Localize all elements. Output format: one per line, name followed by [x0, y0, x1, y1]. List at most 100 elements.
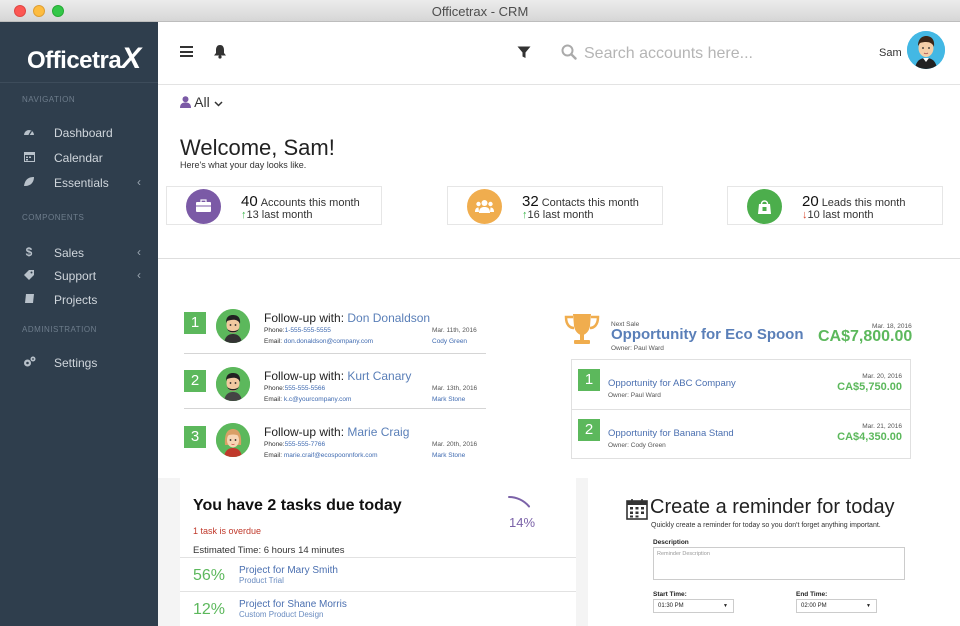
stat-label: Contacts this month: [541, 197, 639, 209]
followup-number: 3: [184, 426, 206, 448]
phone-link[interactable]: 555-555-7766: [285, 441, 325, 448]
leaf-icon: [22, 176, 36, 190]
user-avatar[interactable]: [907, 31, 945, 69]
opportunity-date: Mar. 20, 2016: [862, 373, 902, 380]
sidebar: OfficetraX NAVIGATION Dashboard Calendar…: [0, 22, 158, 626]
tasks-progress-value: 14%: [509, 515, 536, 530]
opportunity-amount: CA$5,750.00: [837, 381, 902, 393]
users-icon: [467, 189, 502, 224]
page-subtitle: Here's what your day looks like.: [180, 160, 307, 170]
tasks-overdue[interactable]: 1 task is overdue: [193, 526, 261, 536]
task-row[interactable]: 56% Project for Mary Smith Product Trial: [180, 557, 576, 591]
nav-heading-components: COMPONENTS: [22, 213, 85, 222]
opportunity-row[interactable]: 1 Opportunity for ABC Company Owner: Pau…: [572, 360, 910, 409]
opportunity-title-link[interactable]: Opportunity for Banana Stand: [608, 428, 734, 439]
end-time-select[interactable]: 02:00 PM ▼: [796, 599, 877, 613]
bag-icon: [747, 189, 782, 224]
next-sale-owner: Owner: Paul Ward: [611, 345, 664, 352]
opportunity-owner: Owner: Paul Ward: [608, 392, 661, 399]
sidebar-item-essentials[interactable]: Essentials ‹: [0, 172, 158, 194]
opportunity-title-link[interactable]: Opportunity for ABC Company: [608, 378, 736, 389]
dashboard-icon: [22, 126, 36, 140]
menu-toggle-button[interactable]: [180, 46, 193, 57]
start-time-label: Start Time:: [653, 591, 687, 598]
next-sale-title-link[interactable]: Opportunity for Eco Spoon: [611, 326, 803, 343]
sidebar-item-projects[interactable]: Projects: [0, 289, 158, 311]
stat-label: Leads this month: [821, 197, 906, 209]
user-name[interactable]: Sam: [879, 47, 902, 59]
trophy-icon: [562, 312, 602, 353]
opportunity-amount: CA$4,350.00: [837, 431, 902, 443]
followup-owner[interactable]: Cody Green: [432, 338, 467, 345]
followup-item[interactable]: 2 Follow-up with: Kurt Canary Phone:555-…: [184, 367, 486, 423]
stat-card-leads[interactable]: 20 Leads this month ↓10 last month: [727, 186, 943, 225]
window-titlebar: Officetrax - CRM: [0, 0, 960, 22]
followup-contact-link[interactable]: Kurt Canary: [347, 369, 411, 383]
reminder-title: Create a reminder for today: [650, 496, 895, 518]
page-title: Welcome, Sam!: [180, 135, 335, 160]
sidebar-item-settings[interactable]: Settings: [0, 352, 158, 374]
followup-owner[interactable]: Mark Stone: [432, 452, 465, 459]
row-divider: [184, 408, 486, 409]
start-time-select[interactable]: 01:30 PM ▼: [653, 599, 734, 613]
phone-link[interactable]: 1-555-555-5555: [285, 327, 331, 334]
phone-link[interactable]: 555-555-5566: [285, 385, 325, 392]
description-label: Description: [653, 539, 689, 546]
user-icon: [180, 96, 191, 108]
task-row[interactable]: 12% Project for Shane Morris Custom Prod…: [180, 591, 576, 625]
followup-contact-link[interactable]: Don Donaldson: [347, 311, 430, 325]
chevron-down-icon: [214, 101, 223, 107]
stat-card-accounts[interactable]: 40 Accounts this month ↑13 last month: [166, 186, 382, 225]
brand-logo[interactable]: OfficetraX: [27, 42, 141, 76]
stat-card-contacts[interactable]: 32 Contacts this month ↑16 last month: [447, 186, 663, 225]
followup-item[interactable]: 1 Follow-up with: Don Donaldson Phone:1-…: [184, 309, 486, 365]
followup-item[interactable]: 3 Follow-up with: Marie Craig Phone:555-…: [184, 423, 486, 479]
main-content: All Welcome, Sam! Here's what your day l…: [158, 86, 960, 626]
stat-count: 32: [522, 193, 539, 210]
chevron-left-icon: ‹: [137, 268, 141, 282]
email-link[interactable]: marie.craif@ecospoonnfork.com: [284, 452, 378, 459]
task-title-link[interactable]: Project for Shane Morris: [239, 599, 347, 610]
tasks-card: You have 2 tasks due today 1 task is ove…: [180, 478, 576, 626]
contact-avatar: [216, 367, 250, 401]
bell-icon[interactable]: [213, 44, 227, 64]
opportunity-row[interactable]: 2 Opportunity for Banana Stand Owner: Co…: [572, 409, 910, 458]
owner-filter-dropdown[interactable]: All: [180, 94, 223, 110]
tag-icon: [22, 269, 36, 283]
book-icon: [22, 293, 36, 307]
email-link[interactable]: don.donaldson@company.com: [284, 338, 373, 345]
opportunity-owner: Owner: Cody Green: [608, 442, 666, 449]
followup-date: Mar. 20th, 2016: [432, 441, 478, 448]
end-time-label: End Time:: [796, 591, 828, 598]
task-subtitle: Product Trial: [239, 576, 284, 585]
section-divider: [158, 258, 960, 259]
followup-contact-link[interactable]: Marie Craig: [347, 425, 409, 439]
filter-icon[interactable]: [517, 46, 531, 64]
sidebar-item-calendar[interactable]: Calendar: [0, 147, 158, 169]
stat-count: 40: [241, 193, 258, 210]
email-link[interactable]: k.c@yourcompany.com: [284, 396, 352, 403]
chevron-left-icon: ‹: [137, 245, 141, 259]
sidebar-item-support[interactable]: Support ‹: [0, 265, 158, 287]
window-title: Officetrax - CRM: [431, 4, 529, 19]
stat-last-month: 13 last month: [246, 209, 313, 221]
sidebar-item-sales[interactable]: $ Sales ‹: [0, 242, 158, 264]
stat-label: Accounts this month: [260, 197, 360, 209]
nav-heading-navigation: NAVIGATION: [22, 95, 76, 104]
task-title-link[interactable]: Project for Mary Smith: [239, 565, 338, 576]
followup-owner[interactable]: Mark Stone: [432, 396, 465, 403]
search-input[interactable]: [584, 41, 824, 67]
brand-divider: [0, 82, 158, 83]
opportunity-number: 2: [578, 419, 600, 441]
reminder-subtitle: Quickly create a reminder for today so y…: [651, 522, 881, 529]
followup-number: 2: [184, 370, 206, 392]
sidebar-item-dashboard[interactable]: Dashboard: [0, 122, 158, 144]
caret-down-icon: ▼: [723, 603, 728, 609]
opportunities-list: 1 Opportunity for ABC Company Owner: Pau…: [571, 359, 911, 459]
task-percent: 12%: [193, 601, 226, 618]
followup-number: 1: [184, 312, 206, 334]
reminder-card: Create a reminder for today Quickly crea…: [588, 478, 960, 626]
contact-avatar: [216, 423, 250, 457]
row-divider: [184, 353, 486, 354]
reminder-description-input[interactable]: [653, 547, 905, 580]
